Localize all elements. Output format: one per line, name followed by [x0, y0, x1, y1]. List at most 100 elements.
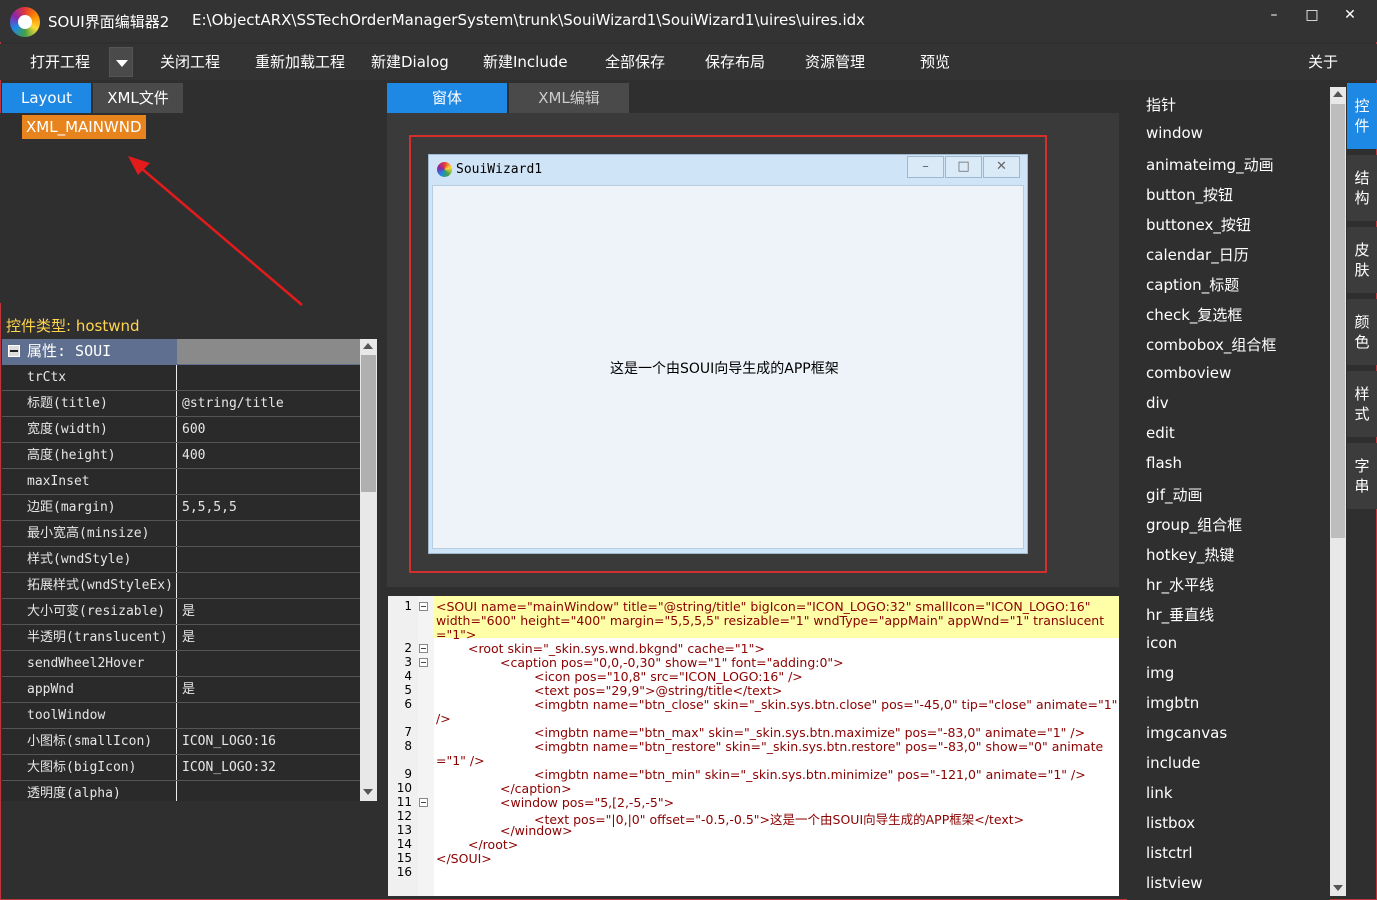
property-row[interactable]: trCtx [2, 365, 360, 391]
minimize-icon[interactable]: – [1260, 6, 1288, 24]
new-include-button[interactable]: 新建Include [483, 44, 568, 80]
xml-code-editor[interactable]: 1 2 3 4 5 6 7 8 9 10 11 12 13 14 15 16 <SOUI name="main… [388, 596, 1119, 896]
side-tab[interactable]: 控件 [1347, 83, 1377, 149]
toolbox-scroll-up-icon[interactable] [1333, 91, 1343, 97]
tab-window[interactable]: 窗体 [387, 83, 507, 113]
toolbox-item[interactable]: button_按钮 [1146, 184, 1233, 205]
tab-layout[interactable]: Layout [2, 83, 91, 113]
property-row[interactable]: 大图标(bigIcon) ICON_LOGO:32 [2, 755, 360, 781]
toolbox-item[interactable]: comboview [1146, 364, 1231, 382]
toolbox-item[interactable]: edit [1146, 424, 1175, 442]
property-row[interactable]: maxInset [2, 469, 360, 495]
open-project-button[interactable]: 打开工程 [30, 44, 90, 80]
property-value[interactable] [177, 703, 360, 728]
property-row[interactable]: toolWindow [2, 703, 360, 729]
scroll-down-icon[interactable] [363, 789, 373, 795]
fold-toggle-icon[interactable] [419, 658, 428, 667]
fold-toggle-icon[interactable] [419, 602, 428, 611]
toolbox-item[interactable]: group_组合框 [1146, 514, 1242, 535]
tab-xml-edit[interactable]: XML编辑 [509, 83, 629, 113]
toolbox-item[interactable]: caption_标题 [1146, 274, 1239, 295]
close-icon[interactable]: ✕ [1336, 6, 1364, 24]
tree-node-main[interactable]: XML_MAINWND [22, 115, 146, 139]
toolbox-item[interactable]: img [1146, 664, 1174, 682]
toolbox-item[interactable]: 指针 [1146, 94, 1176, 115]
property-value[interactable]: @string/title [177, 391, 360, 416]
property-row[interactable]: 高度(height) 400 [2, 443, 360, 469]
toolbox-item[interactable]: imgbtn [1146, 694, 1199, 712]
property-value[interactable] [177, 573, 360, 598]
property-value[interactable]: ICON_LOGO:16 [177, 729, 360, 754]
save-all-button[interactable]: 全部保存 [605, 44, 665, 80]
property-row[interactable]: 大小可变(resizable) 是 [2, 599, 360, 625]
preview-close-icon[interactable]: ✕ [983, 156, 1020, 178]
close-project-button[interactable]: 关闭工程 [160, 44, 220, 80]
property-value[interactable]: 是 [177, 625, 360, 650]
property-value[interactable]: 是 [177, 677, 360, 702]
toolbox-item[interactable]: div [1146, 394, 1169, 412]
side-tab[interactable]: 样式 [1347, 371, 1377, 437]
toolbox-item[interactable]: imgcanvas [1146, 724, 1227, 742]
property-value[interactable] [177, 365, 360, 390]
property-row[interactable]: 透明度(alpha) [2, 781, 360, 801]
property-row[interactable]: 拓展样式(wndStyleEx) [2, 573, 360, 599]
about-button[interactable]: 关于 [1308, 44, 1338, 80]
save-layout-button[interactable]: 保存布局 [705, 44, 765, 80]
property-scrollbar[interactable] [360, 339, 377, 801]
scroll-up-icon[interactable] [363, 343, 373, 349]
reload-project-button[interactable]: 重新加载工程 [255, 44, 345, 80]
property-value[interactable]: 400 [177, 443, 360, 468]
toolbox-item[interactable]: hotkey_热键 [1146, 544, 1234, 565]
new-dialog-button[interactable]: 新建Dialog [371, 44, 449, 80]
maximize-icon[interactable]: □ [1298, 6, 1326, 24]
toolbox-scroll-thumb[interactable] [1331, 104, 1345, 538]
toolbox-item[interactable]: link [1146, 784, 1173, 802]
scroll-thumb[interactable] [361, 355, 376, 492]
preview-max-icon[interactable]: □ [945, 156, 982, 178]
side-tab[interactable]: 颜色 [1347, 299, 1377, 365]
property-value[interactable]: 是 [177, 599, 360, 624]
toolbox-item[interactable]: flash [1146, 454, 1182, 472]
toolbox-item[interactable]: listctrl [1146, 844, 1193, 862]
property-value[interactable]: 5,5,5,5 [177, 495, 360, 520]
side-tab[interactable]: 字串 [1347, 443, 1377, 509]
property-row[interactable]: 宽度(width) 600 [2, 417, 360, 443]
property-value[interactable] [177, 547, 360, 572]
property-value[interactable] [177, 521, 360, 546]
tab-xml-file[interactable]: XML文件 [93, 83, 183, 113]
toolbox-item[interactable]: buttonex_按钮 [1146, 214, 1251, 235]
toolbox-item[interactable]: gif_动画 [1146, 484, 1202, 505]
toolbox-item[interactable]: animateimg_动画 [1146, 154, 1274, 175]
property-row[interactable]: sendWheel2Hover [2, 651, 360, 677]
property-row[interactable]: 小图标(smallIcon) ICON_LOGO:16 [2, 729, 360, 755]
property-row[interactable]: 最小宽高(minsize) [2, 521, 360, 547]
property-group-header[interactable]: 属性: SOUI [2, 339, 360, 365]
toolbox-item[interactable]: include [1146, 754, 1200, 772]
property-row[interactable]: 标题(title) @string/title [2, 391, 360, 417]
toolbox-scroll-down-icon[interactable] [1333, 885, 1343, 891]
preview-button[interactable]: 预览 [920, 44, 950, 80]
side-tab[interactable]: 结构 [1347, 155, 1377, 221]
property-value[interactable] [177, 781, 360, 801]
fold-toggle-icon[interactable] [419, 798, 428, 807]
toolbox-item[interactable]: listview [1146, 874, 1203, 892]
open-dropdown-icon[interactable] [109, 47, 133, 77]
fold-toggle-icon[interactable] [419, 644, 428, 653]
toolbox-item[interactable]: combobox_组合框 [1146, 334, 1276, 355]
resource-manager-button[interactable]: 资源管理 [805, 44, 865, 80]
property-row[interactable]: appWnd 是 [2, 677, 360, 703]
property-value[interactable] [177, 469, 360, 494]
property-row[interactable]: 半透明(translucent) 是 [2, 625, 360, 651]
toolbox-item[interactable]: listbox [1146, 814, 1195, 832]
toolbox-item[interactable]: calendar_日历 [1146, 244, 1249, 265]
toolbox-item[interactable]: icon [1146, 634, 1177, 652]
property-row[interactable]: 边距(margin) 5,5,5,5 [2, 495, 360, 521]
property-value[interactable] [177, 651, 360, 676]
collapse-icon[interactable] [2, 339, 26, 364]
toolbox-item[interactable]: check_复选框 [1146, 304, 1242, 325]
property-value[interactable]: ICON_LOGO:32 [177, 755, 360, 780]
toolbox-item[interactable]: hr_垂直线 [1146, 604, 1214, 625]
toolbox-item[interactable]: hr_水平线 [1146, 574, 1214, 595]
toolbox-item[interactable]: window [1146, 124, 1203, 142]
preview-min-icon[interactable]: – [907, 156, 944, 178]
